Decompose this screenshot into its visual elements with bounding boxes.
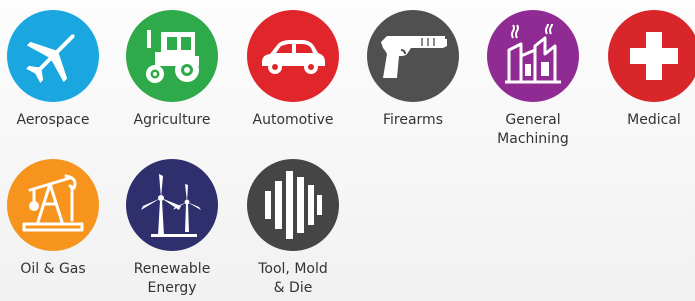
agriculture-badge xyxy=(126,10,218,102)
industry-medical[interactable]: Medical xyxy=(594,10,695,130)
car-icon xyxy=(262,40,325,74)
aerospace-badge xyxy=(7,10,99,102)
tool-mold-die-badge xyxy=(247,159,339,251)
medical-cross-icon xyxy=(630,32,678,80)
general-machining-label: General Machining xyxy=(497,112,569,147)
automotive-badge xyxy=(247,10,339,102)
medical-label: Medical xyxy=(627,112,681,128)
general-machining-badge xyxy=(487,10,579,102)
airplane-icon xyxy=(26,34,75,83)
industry-firearms[interactable]: Firearms xyxy=(353,10,473,130)
aerospace-label: Aerospace xyxy=(16,112,90,128)
firearms-label: Firearms xyxy=(382,112,443,128)
industry-agriculture[interactable]: Agriculture xyxy=(112,10,232,130)
industry-automotive[interactable]: Automotive xyxy=(233,10,353,130)
industry-general-machining[interactable]: General Machining xyxy=(473,10,593,149)
oil-gas-label: Oil & Gas xyxy=(20,261,86,277)
firearms-badge xyxy=(367,10,459,102)
pistol-icon xyxy=(381,36,447,78)
tool-bars-icon xyxy=(265,171,322,239)
tool-mold-die-label: Tool, Mold & Die xyxy=(258,261,328,296)
factory-icon xyxy=(505,24,561,84)
agriculture-label: Agriculture xyxy=(133,112,211,128)
renewable-energy-label: Renewable Energy xyxy=(133,261,211,296)
medical-badge xyxy=(608,10,695,102)
automotive-label: Automotive xyxy=(252,112,334,128)
oil-pump-icon xyxy=(22,174,84,232)
oil-gas-badge xyxy=(7,159,99,251)
tractor-icon xyxy=(146,30,199,83)
industry-oil-gas[interactable]: Oil & Gas xyxy=(0,159,113,279)
industry-renewable-energy[interactable]: Renewable Energy xyxy=(112,159,232,298)
renewable-energy-badge xyxy=(126,159,218,251)
wind-turbine-icon xyxy=(141,174,201,237)
industry-tool-mold-die[interactable]: Tool, Mold & Die xyxy=(233,159,353,298)
industry-aerospace[interactable]: Aerospace xyxy=(0,10,113,130)
